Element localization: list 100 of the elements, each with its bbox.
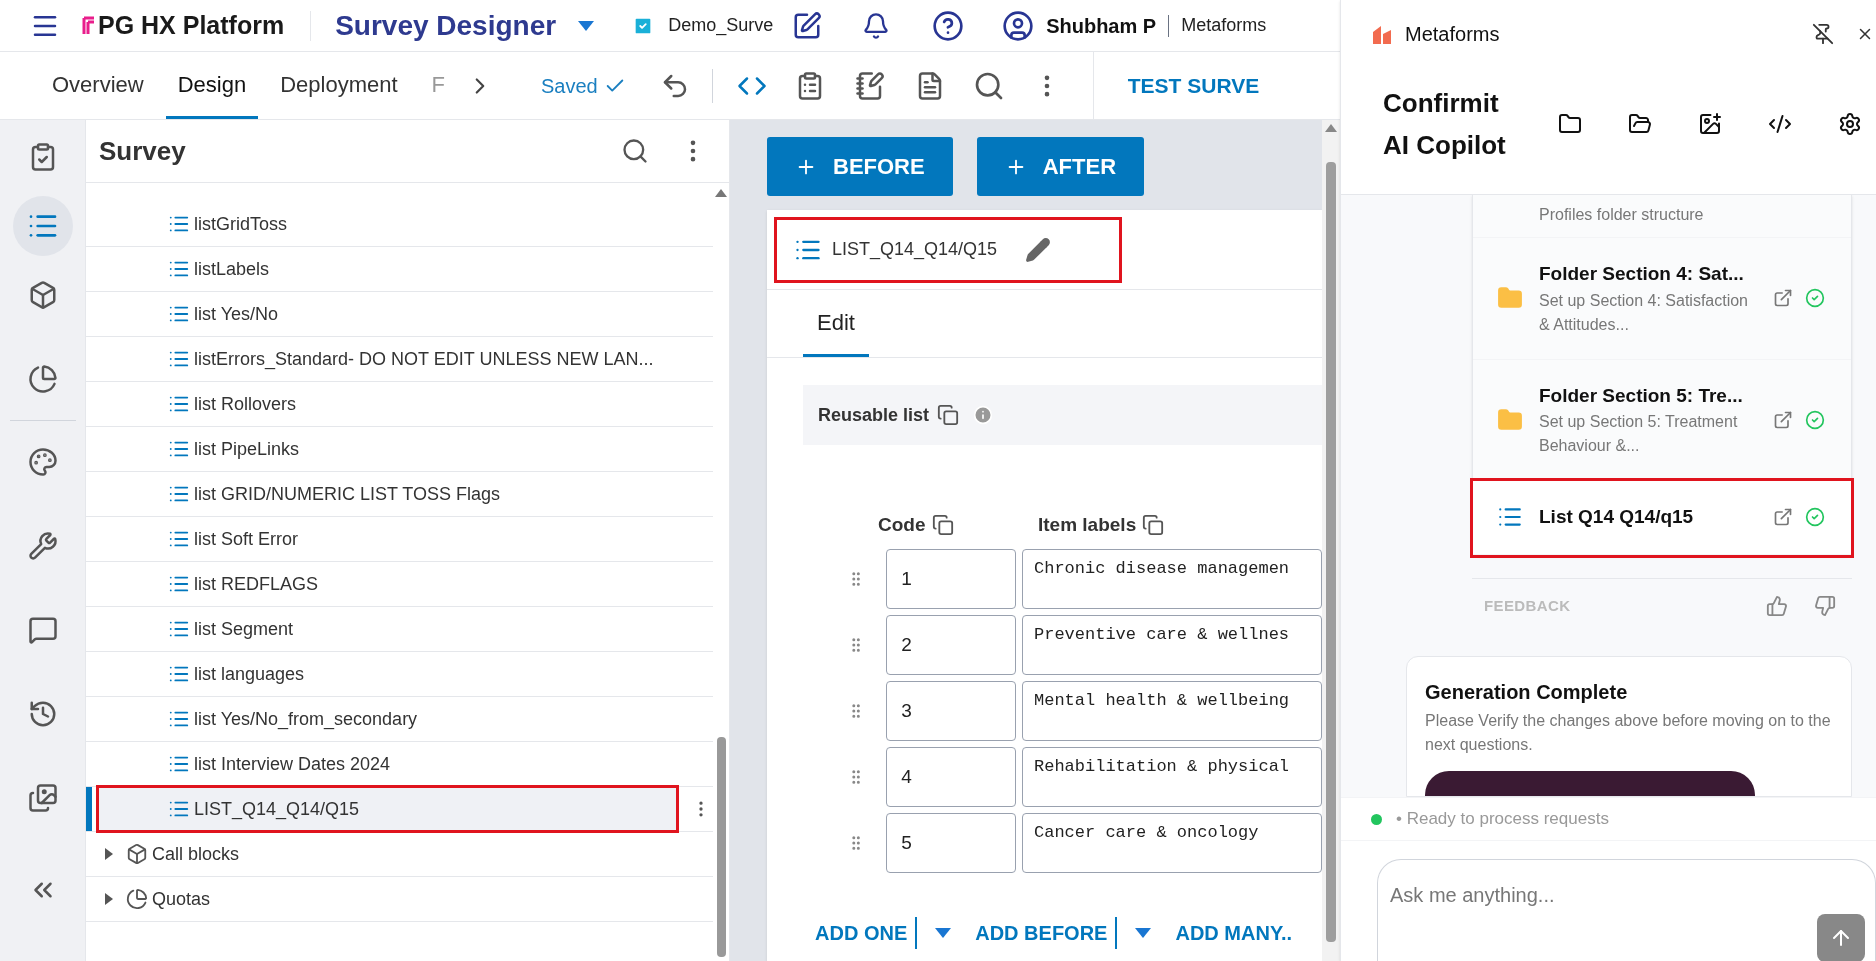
add-button[interactable]: ADD MANY.. <box>1175 918 1293 948</box>
tree-item[interactable]: listErrors_Standard- DO NOT EDIT UNLESS NEW LAN... <box>86 337 713 381</box>
task-item[interactable]: Profiles folder structure <box>1473 195 1851 238</box>
card-tab[interactable]: Edit <box>803 290 869 357</box>
user-icon[interactable] <box>1002 9 1035 42</box>
brand-logo-icon <box>1371 24 1393 44</box>
tree-item[interactable]: LIST_Q14_Q14/Q15 <box>98 787 677 831</box>
task-description: Set up Section 4: Satisfaction & Attitudes... <box>1539 290 1749 335</box>
label-field[interactable]: Rehabilitation & physical <box>1022 747 1322 807</box>
pie-chart-icon <box>126 888 148 910</box>
send-button[interactable] <box>1817 914 1865 961</box>
image-plus-icon[interactable] <box>1698 112 1722 136</box>
images-icon[interactable] <box>27 783 58 813</box>
info-icon[interactable] <box>973 405 994 425</box>
insert-button[interactable]: BEFORE <box>767 137 953 196</box>
logo-mark-icon <box>82 15 96 36</box>
tree-item[interactable]: list REDFLAGS <box>86 562 713 606</box>
task-title: List Q14 Q14/q15 <box>1539 505 1695 529</box>
dropdown-caret-icon[interactable] <box>576 19 597 32</box>
code-field[interactable]: 4 <box>886 747 1016 807</box>
task-item[interactable]: List Q14 Q14/q15 <box>1473 481 1851 555</box>
bell-icon[interactable] <box>862 11 891 40</box>
external-link-icon[interactable] <box>1773 507 1793 528</box>
insert-button[interactable]: AFTER <box>976 137 1144 196</box>
tree-item[interactable]: list languages <box>86 652 713 696</box>
code-field[interactable]: 1 <box>886 549 1016 609</box>
tree-item[interactable]: list Yes/No <box>86 292 713 336</box>
copy-icon[interactable] <box>931 514 954 536</box>
tree-item[interactable]: list GRID/NUMERIC LIST TOSS Flags <box>86 472 713 516</box>
task-description: Profiles folder structure <box>1539 205 1705 225</box>
tree-item-label: list Yes/No <box>194 302 279 326</box>
add-button[interactable]: ADD ONE <box>815 918 908 948</box>
scroll-thumb[interactable] <box>1326 162 1336 942</box>
folder-icon[interactable] <box>1558 112 1582 136</box>
label-field[interactable]: Chronic disease managemen <box>1022 549 1322 609</box>
tree-item[interactable]: list Rollovers <box>86 382 713 426</box>
tree-item[interactable]: Call blocks <box>86 832 713 876</box>
nav-tab[interactable]: Deployment <box>268 52 410 119</box>
scroll-up-icon[interactable] <box>715 189 727 197</box>
chat-input[interactable]: Ask me anything... <box>1377 859 1876 961</box>
add-button[interactable]: ADD BEFORE <box>975 918 1108 948</box>
code-field[interactable]: 3 <box>886 681 1016 741</box>
expand-caret-icon[interactable] <box>104 892 114 906</box>
tree-item-label: list Segment <box>194 617 294 641</box>
cube-icon <box>126 843 148 865</box>
organization-name: Metaforms <box>1181 14 1267 37</box>
wrench-icon[interactable] <box>27 531 58 561</box>
code-icon[interactable] <box>1768 112 1792 136</box>
pen-square-icon[interactable] <box>792 10 823 41</box>
external-link-icon[interactable] <box>1773 288 1793 309</box>
pencil-icon[interactable] <box>1025 236 1052 263</box>
dropdown-caret-icon[interactable] <box>1133 927 1154 939</box>
copy-icon[interactable] <box>937 404 960 426</box>
label-field[interactable]: Preventive care & wellnes <box>1022 615 1322 675</box>
folder-open-icon[interactable] <box>1628 112 1652 136</box>
copy-icon[interactable] <box>1142 514 1165 536</box>
tree-item-label: list languages <box>194 662 305 686</box>
survey-name[interactable]: Demo_Surve <box>668 12 777 39</box>
tree-item[interactable]: listGridToss <box>86 202 713 246</box>
label-field[interactable]: Mental health & wellbeing <box>1022 681 1322 741</box>
expand-caret-icon[interactable] <box>104 847 114 861</box>
code-field[interactable]: 5 <box>886 813 1016 873</box>
user-name[interactable]: Shubham P <box>1046 10 1157 41</box>
tree-item[interactable]: list Yes/No_from_secondary <box>86 697 713 741</box>
scroll-up-icon[interactable] <box>1325 124 1337 132</box>
external-link-icon[interactable] <box>1773 409 1793 430</box>
search-icon[interactable] <box>621 137 649 165</box>
tree-item[interactable]: listLabels <box>86 247 713 291</box>
tree-item-label: listLabels <box>194 257 270 281</box>
tree-item[interactable]: list Segment <box>86 607 713 651</box>
label-field[interactable]: Cancer care & oncology <box>1022 813 1322 873</box>
message-icon[interactable] <box>27 615 58 645</box>
folder-icon <box>1497 406 1523 433</box>
nav-tab[interactable]: Overview <box>40 52 156 119</box>
notebook-pen-icon[interactable] <box>854 70 885 101</box>
pie-chart-icon[interactable] <box>27 364 58 394</box>
palette-icon[interactable] <box>27 447 58 477</box>
tree-item-label: list PipeLinks <box>194 437 300 461</box>
task-item[interactable]: Folder Section 4: Sat... Set up Section 4: Satisfaction & Attitudes... <box>1473 238 1851 360</box>
generation-text: Please Verify the changes above before moving on to the next questions. <box>1425 710 1832 755</box>
dropdown-caret-icon[interactable] <box>933 927 954 939</box>
nav-tab[interactable]: Design <box>165 52 259 119</box>
thumbs-down-icon[interactable] <box>1814 595 1836 617</box>
tree-item[interactable]: list Soft Error <box>86 517 713 561</box>
tree-item[interactable]: list PipeLinks <box>86 427 713 471</box>
test-survey-button[interactable]: TEST SURVE <box>1127 69 1260 102</box>
chat-input-field[interactable]: Ask me anything... <box>1390 880 1865 910</box>
column-header: Code <box>878 512 926 537</box>
feedback-label: FEEDBACK <box>1484 595 1571 616</box>
task-title: Folder Section 4: Sat... <box>1539 262 1745 286</box>
scroll-thumb[interactable] <box>716 737 726 957</box>
tree-item[interactable]: Quotas <box>86 877 713 921</box>
thumbs-up-icon[interactable] <box>1766 595 1788 617</box>
code-field[interactable]: 2 <box>886 615 1016 675</box>
pin-off-icon[interactable] <box>1812 23 1834 45</box>
scrollbar[interactable] <box>1322 120 1340 961</box>
tree-item[interactable]: list Interview Dates 2024 <box>86 742 713 786</box>
tree-item-label: list Rollovers <box>194 392 297 416</box>
settings-icon[interactable] <box>1838 112 1862 136</box>
help-icon[interactable] <box>932 9 965 42</box>
